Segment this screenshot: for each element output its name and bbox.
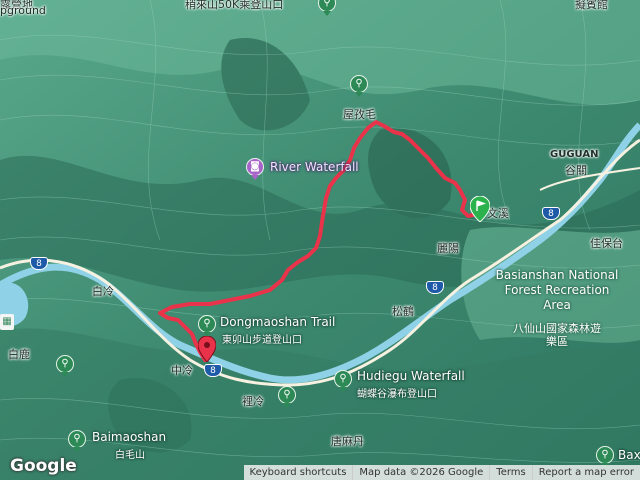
- place-guguan-en[interactable]: GUGUAN: [550, 149, 598, 160]
- place-lileng[interactable]: 裡冷: [242, 393, 264, 409]
- park-baxianshan-zh[interactable]: 八仙山國家森林遊樂區: [510, 322, 604, 348]
- edge-park-icon[interactable]: ▦: [0, 314, 14, 330]
- hiker-icon: ⚲: [61, 358, 69, 369]
- waterfall-pin[interactable]: ◙: [246, 158, 264, 180]
- hiker-icon: ⚲: [323, 0, 331, 8]
- red-pin-icon: [204, 342, 210, 348]
- map-footer: Keyboard shortcuts Map data ©2026 Google…: [243, 465, 640, 480]
- park-baxianshan-en[interactable]: Basianshan National Forest Recreation Ar…: [492, 268, 622, 313]
- place-songhe[interactable]: 松鶴: [392, 303, 414, 319]
- top-right-partial-label: 擬賓館: [575, 0, 608, 11]
- poi-hudiegu-en[interactable]: Hudiegu Waterfall: [357, 369, 465, 383]
- terrain-map[interactable]: [0, 0, 640, 480]
- place-zhongleng[interactable]: 中冷: [171, 362, 193, 378]
- hudiegu-pin[interactable]: ⚲: [334, 370, 352, 392]
- poi-dongmaoshan-zh[interactable]: 東卯山步道登山口: [222, 331, 302, 346]
- poi-river-waterfall[interactable]: River Waterfall: [270, 160, 359, 174]
- hiker-icon: ⚲: [73, 433, 81, 444]
- dongmaoshan-pin[interactable]: ⚲: [198, 315, 216, 337]
- poi-baimaoshan-zh[interactable]: 白毛山: [115, 446, 145, 461]
- left-partial-label: pground: [0, 4, 46, 17]
- google-logo: Google: [10, 456, 77, 476]
- hiker-pin-top[interactable]: ⚲: [318, 0, 336, 16]
- baimaoshan-pin[interactable]: ⚲: [68, 430, 86, 452]
- top-partial-label: 稍來山50K乘登山口: [185, 0, 284, 11]
- route-end-pin[interactable]: [198, 336, 216, 362]
- poi-baimaoshan-en[interactable]: Baimaoshan: [92, 430, 166, 444]
- hiker-pin-wuzhai[interactable]: ⚲: [350, 75, 368, 97]
- hiker-icon: ⚲: [283, 389, 291, 400]
- keyboard-shortcuts-link[interactable]: Keyboard shortcuts: [244, 465, 353, 480]
- place-tangmadan[interactable]: 唐麻丹: [331, 433, 364, 449]
- hiker-pin-bax[interactable]: ⚲: [596, 446, 614, 468]
- terms-link[interactable]: Terms: [489, 465, 531, 480]
- hiker-icon: ⚲: [203, 318, 211, 329]
- place-liyang[interactable]: 麗陽: [437, 240, 459, 256]
- park-icon: ▦: [2, 316, 12, 327]
- report-error-link[interactable]: Report a map error: [531, 465, 640, 480]
- hiker-icon: ⚲: [339, 373, 347, 384]
- route-start-pin[interactable]: [470, 196, 490, 222]
- place-wuzhai[interactable]: 屋孜毛: [343, 106, 376, 122]
- map-data-attribution: Map data ©2026 Google: [352, 465, 489, 480]
- hiker-pin-lileng[interactable]: ⚲: [278, 386, 296, 408]
- poi-hudiegu-zh[interactable]: 蝴蝶谷瀑布登山口: [357, 385, 437, 400]
- poi-dongmaoshan-en[interactable]: Dongmaoshan Trail: [220, 315, 335, 329]
- place-guguan-zh[interactable]: 谷關: [565, 162, 587, 178]
- place-baileng[interactable]: 白冷: [92, 283, 114, 299]
- poi-bax-partial[interactable]: Bax: [618, 448, 640, 462]
- place-bailu[interactable]: 白鹿: [8, 346, 30, 362]
- hiker-icon: ⚲: [355, 78, 363, 89]
- hiker-pin-bailu[interactable]: ⚲: [56, 355, 74, 377]
- hiker-icon: ⚲: [601, 449, 609, 460]
- place-jiabaotai[interactable]: 佳保台: [590, 235, 623, 251]
- place-wenxi[interactable]: 文溪: [487, 205, 509, 221]
- camera-icon: ◙: [250, 161, 260, 172]
